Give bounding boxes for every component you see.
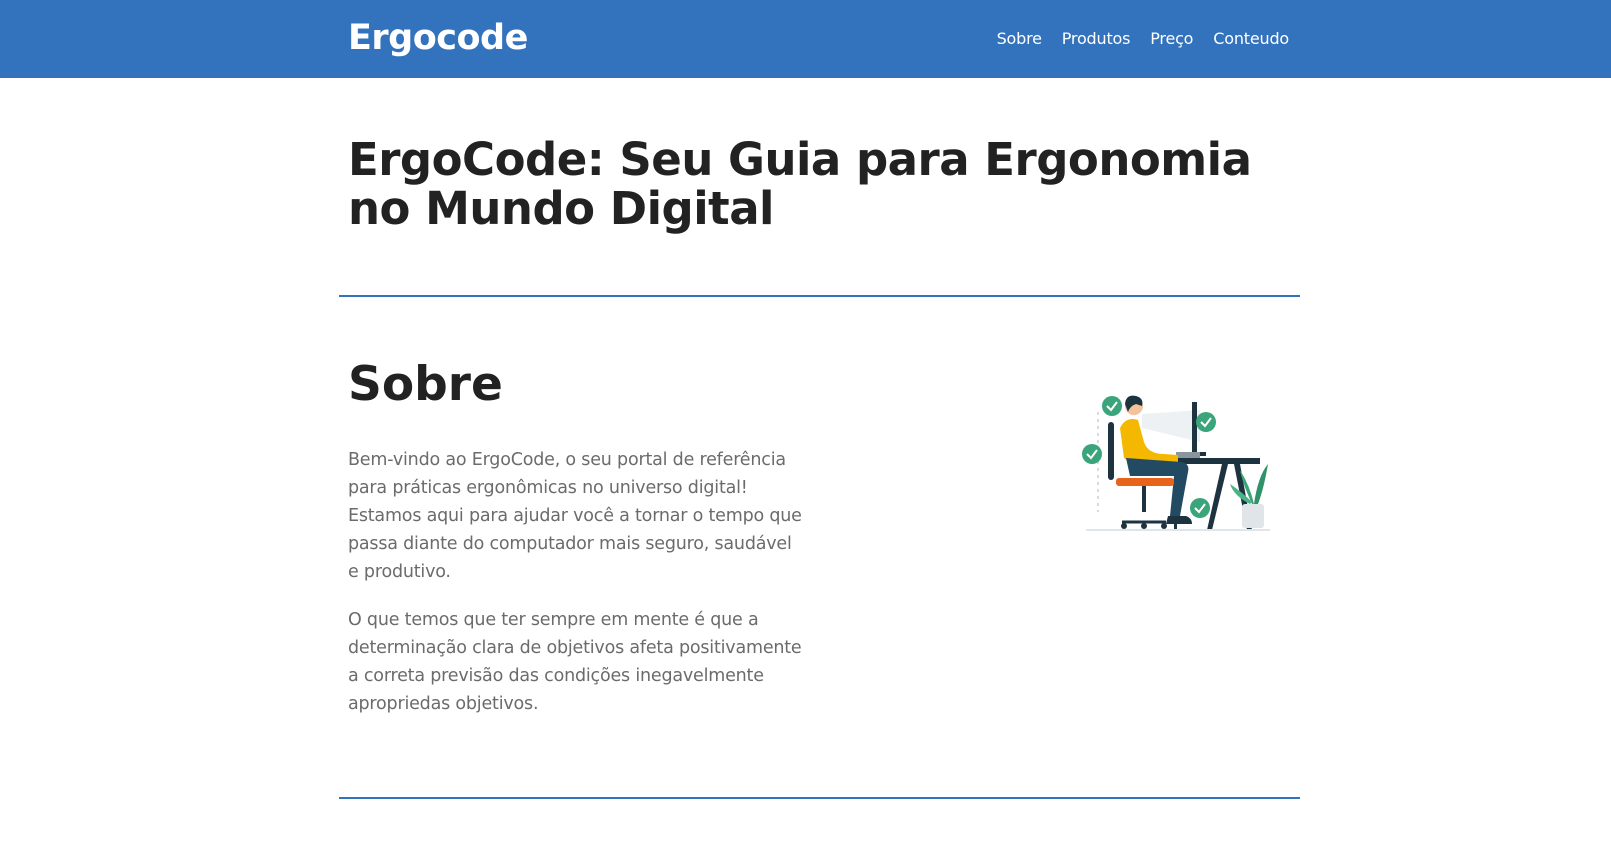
section-divider-bottom	[339, 797, 1300, 799]
about-paragraph-2: O que temos que ter sempre em mente é qu…	[348, 610, 802, 714]
about-paragraph-1: Bem-vindo ao ErgoCode, o seu portal de r…	[348, 450, 802, 582]
site-header: Ergocode Sobre Produtos Preço Conteudo	[0, 0, 1611, 78]
nav-link-sobre[interactable]: Sobre	[997, 25, 1042, 53]
main-nav: Sobre Produtos Preço Conteudo	[997, 25, 1290, 53]
nav-link-preco[interactable]: Preço	[1150, 25, 1193, 53]
section-divider-top	[339, 295, 1300, 297]
ergonomic-workstation-illustration	[1082, 395, 1270, 531]
brand-logo[interactable]: Ergocode	[348, 14, 528, 62]
hero-title: ErgoCode: Seu Guia para Ergonomia no Mun…	[348, 133, 1252, 235]
about-title: Sobre	[348, 357, 503, 412]
nav-link-conteudo[interactable]: Conteudo	[1213, 25, 1289, 53]
nav-link-produtos[interactable]: Produtos	[1062, 25, 1131, 53]
